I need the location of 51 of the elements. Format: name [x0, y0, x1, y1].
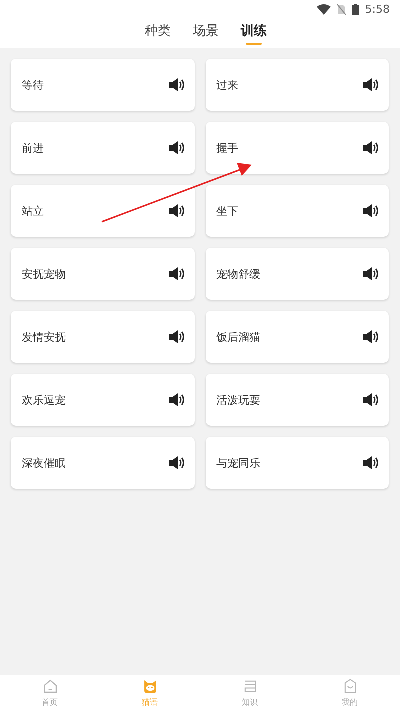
speaker-icon[interactable]	[168, 330, 184, 344]
speaker-icon[interactable]	[168, 204, 184, 218]
sound-card[interactable]: 饭后溜猫	[206, 311, 389, 363]
sound-label: 饭后溜猫	[216, 330, 260, 344]
sound-label: 坐下	[216, 204, 238, 218]
speaker-icon[interactable]	[168, 267, 184, 281]
sound-label: 发情安抚	[22, 330, 66, 344]
sound-label: 等待	[22, 78, 44, 92]
sound-label: 宠物舒缓	[216, 266, 260, 282]
sound-card[interactable]: 前进	[11, 122, 194, 174]
sound-card[interactable]: 与宠同乐	[206, 437, 389, 489]
sound-card[interactable]: 等待	[11, 59, 194, 111]
category-tab[interactable]: 种类	[145, 18, 171, 46]
sound-label: 站立	[22, 204, 44, 218]
battery-icon	[352, 4, 360, 14]
speaker-icon[interactable]	[168, 78, 184, 92]
wifi-icon	[317, 4, 332, 14]
sound-label: 深夜催眠	[22, 456, 66, 470]
speaker-icon[interactable]	[362, 204, 379, 218]
speaker-icon[interactable]	[362, 393, 379, 407]
speaker-icon[interactable]	[168, 141, 184, 155]
sound-card[interactable]: 发情安抚	[11, 311, 194, 363]
sound-card[interactable]: 深夜催眠	[11, 437, 194, 489]
sound-label: 握手	[216, 140, 238, 156]
speaker-icon[interactable]	[168, 456, 184, 470]
sound-label: 安抚宠物	[22, 266, 66, 282]
cat-face-icon	[142, 678, 158, 695]
category-tab[interactable]: 场景	[193, 18, 219, 46]
speaker-icon[interactable]	[362, 456, 379, 470]
sound-label: 前进	[22, 140, 44, 156]
no-sim-icon	[337, 4, 346, 14]
speaker-icon[interactable]	[362, 78, 379, 92]
category-tab[interactable]: 训练	[241, 18, 267, 46]
speaker-icon[interactable]	[362, 267, 379, 281]
home-icon	[42, 678, 58, 695]
sound-card[interactable]: 安抚宠物	[11, 248, 194, 300]
sound-label: 欢乐逗宠	[22, 392, 66, 408]
speaker-icon[interactable]	[168, 393, 184, 407]
sound-card[interactable]: 活泼玩耍	[206, 374, 389, 426]
speaker-icon[interactable]	[362, 141, 379, 155]
sound-card[interactable]: 握手	[206, 122, 389, 174]
sound-card[interactable]: 坐下	[206, 185, 389, 237]
sound-label: 过来	[216, 78, 238, 92]
status-time: 5:58	[365, 2, 390, 16]
sound-card[interactable]: 过来	[206, 59, 389, 111]
sound-card[interactable]: 欢乐逗宠	[11, 374, 194, 426]
sound-card[interactable]: 站立	[11, 185, 194, 237]
sound-card[interactable]: 宠物舒缓	[206, 248, 389, 300]
speaker-icon[interactable]	[362, 330, 379, 344]
sound-label: 活泼玩耍	[216, 392, 260, 408]
sound-label: 与宠同乐	[216, 456, 260, 470]
